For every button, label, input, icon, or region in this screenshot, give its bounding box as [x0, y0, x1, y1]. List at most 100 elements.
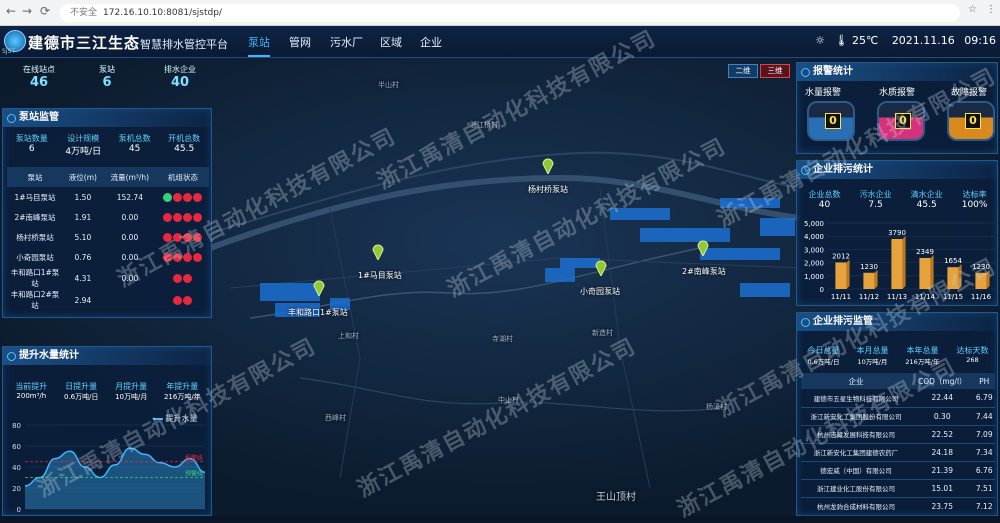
table-row[interactable]: 浙江新安化工集团建德农药厂 24.18 7.34	[801, 443, 995, 461]
gauge-value: 0	[825, 113, 841, 129]
stat-label: 本月总量	[856, 346, 889, 355]
stat-value: 45.5	[916, 200, 937, 210]
star-icon[interactable]: ☆	[968, 4, 977, 15]
table-row[interactable]: 1#马目泵站 1.50 152.74	[7, 187, 209, 207]
nav-region[interactable]: 区域	[380, 34, 402, 50]
bar-side	[846, 259, 850, 289]
address-bar[interactable]: 不安全 172.16.10.10:8081/sjstdp/	[60, 4, 960, 22]
table-row[interactable]: 小奇园泵站 0.76 0.00	[7, 247, 209, 267]
map-pin-icon[interactable]	[594, 258, 608, 276]
temperature: 25℃	[851, 34, 879, 47]
stat-value: 45	[128, 144, 141, 154]
map-2d-button[interactable]: 二维	[728, 64, 758, 78]
ent-stat: 达标率 100%	[962, 189, 988, 210]
back-icon[interactable]: ←	[6, 4, 16, 18]
table-row[interactable]: 丰和路口1#泵站 4.31 0.00	[7, 267, 209, 289]
status-dot-icon	[183, 212, 192, 222]
col-header: PH	[979, 376, 990, 386]
ent-stat: 清水企业 45.5	[911, 189, 943, 210]
map-pin-icon[interactable]	[371, 242, 385, 260]
url-text: 172.16.10.10:8081/sjstdp/	[103, 8, 222, 18]
reload-icon[interactable]: ⟳	[40, 4, 50, 18]
table-row[interactable]: 杭州志藏发展科技有限公司 22.52 7.09	[801, 425, 995, 443]
table-cell: 0.00	[121, 252, 139, 262]
nav-enterprise[interactable]: 企业	[420, 34, 442, 50]
nav-sewage[interactable]: 污水厂	[330, 34, 363, 50]
stat-value: 46	[29, 75, 49, 90]
pump-table-body: 1#马目泵站 1.50 152.74 2#南峰泵站 1.91 0.00 杨村桥泵站 5.10 0…	[7, 187, 209, 311]
station-label-yangcun[interactable]: 杨村桥泵站	[528, 184, 568, 195]
pump-stat: 设计规模 4万吨/日	[65, 133, 101, 157]
map-pin-icon[interactable]	[312, 278, 326, 296]
stat-value: 6	[102, 75, 112, 90]
stat-value: 6	[28, 144, 35, 154]
forward-icon[interactable]: →	[22, 4, 32, 18]
y-tick-label: 4,000	[804, 233, 824, 241]
nav-pipe[interactable]: 管网	[289, 34, 311, 50]
alarm-gauge-quality: 0	[877, 101, 925, 141]
pump-stat: 泵站数量 6	[16, 133, 48, 157]
pump-status-cell	[157, 207, 209, 227]
date: 2021.11.16	[891, 34, 955, 47]
enterprise-table-body: 建德市五星生物科技有限公司 22.44 6.79 浙江新安化工集团股份有限公司 0.30…	[801, 389, 995, 515]
logo-text: SJST	[2, 48, 16, 55]
gauge-value: 0	[965, 113, 981, 129]
station-label-mamu[interactable]: 1#马目泵站	[358, 270, 402, 281]
stat-label: 泵机总数	[118, 134, 151, 143]
station-label-fenghe[interactable]: 丰和路口1#泵站	[288, 307, 348, 318]
table-row[interactable]: 浙江新安化工集团股份有限公司 0.30 7.44	[801, 407, 995, 425]
map-pin-icon[interactable]	[696, 238, 710, 256]
table-row[interactable]: 2#南峰泵站 1.91 0.00	[7, 207, 209, 227]
table-cell: 7.44	[975, 411, 993, 421]
station-label-xiaoqi[interactable]: 小奇园泵站	[580, 286, 620, 297]
station-label-nanfeng[interactable]: 2#南峰泵站	[682, 266, 726, 277]
stat-label: 泵站	[99, 65, 115, 74]
map-3d-button[interactable]: 三维	[760, 64, 790, 78]
stat-label: 本年总量	[906, 346, 939, 355]
sup-stats: 今日总量 0.6万吨/日 本月总量 10万吨/月 本年总量 216万吨/年 达标天数 2…	[799, 345, 997, 366]
table-cell: 0.00	[121, 232, 139, 242]
pump-status-cell	[157, 267, 209, 289]
place-label: 杨溪村	[706, 403, 727, 411]
stat-label: 月提升量	[115, 382, 148, 391]
nav-pump[interactable]: 泵站	[248, 34, 270, 57]
table-row[interactable]: 浙江建业化工股份有限公司 15.01 7.51	[801, 479, 995, 497]
pump-panel: 泵站监管 泵站数量 6 设计规模 4万吨/日 泵机总数 45 开机总数 45.5 泵站 …	[2, 108, 212, 318]
stat-value: 200m³/h	[16, 392, 47, 400]
menu-icon[interactable]: ⋮	[986, 4, 996, 15]
table-row[interactable]: 建德市五星生物科技有限公司 22.44 6.79	[801, 389, 995, 407]
table-row[interactable]: 丰和路口2#泵站 2.94	[7, 289, 209, 311]
bar-data-label: 1230	[860, 263, 878, 271]
map-pin-icon[interactable]	[541, 156, 555, 174]
header-right: ☼ 🌡 25℃ 2021.11.16 09:16	[815, 34, 996, 47]
table-row[interactable]: 德宏威（中国）有限公司 21.39 6.76	[801, 461, 995, 479]
table-header: 泵站 液位(m) 流量(m³/h) 机组状态	[7, 167, 209, 187]
bar-data-label: 2349	[916, 248, 934, 256]
ent-stat: 污水企业 7.5	[860, 189, 892, 210]
table-row[interactable]: 杨村桥泵站 5.10 0.00	[7, 227, 209, 247]
col-header: 机组状态	[168, 172, 198, 182]
status-dot-icon	[173, 212, 182, 222]
enterprise-sup-title: 企业排污监管	[797, 313, 997, 331]
stat-label: 企业总数	[808, 190, 841, 199]
enterprise-bar-chart: 0 1,000 2,000 3,000 4,000 5,000 2012 11/11 1230 1…	[804, 220, 995, 301]
y-tick-label: 3,000	[804, 246, 824, 254]
alarm-label-volume: 水量报警	[805, 88, 842, 98]
x-tick-label: 11/11	[831, 293, 851, 301]
table-cell: 0.00	[121, 212, 139, 222]
stat-value: 40	[170, 75, 190, 90]
table-row[interactable]: 杭州龙驹合成材料有限公司 23.75 7.12	[801, 497, 995, 515]
stat-value: 10万吨/月	[857, 358, 888, 366]
enterprise-stats: 企业总数 40 污水企业 7.5 清水企业 45.5 达标率 100%	[799, 189, 997, 210]
table-cell: 7.09	[975, 429, 993, 439]
table-cell: 1#马目泵站	[14, 192, 56, 202]
pump-status-cell	[157, 289, 209, 311]
pump-table: 泵站 液位(m) 流量(m³/h) 机组状态 1#马目泵站 1.50 152.74 2…	[7, 167, 209, 311]
table-cell: 152.74	[116, 192, 143, 202]
table-cell: 7.34	[975, 447, 993, 457]
stat-label: 清水企业	[910, 190, 943, 199]
water-stat: 年提升量 216万吨/年	[164, 381, 201, 402]
warn-label-low: 预警线	[185, 470, 203, 478]
stat-label: 当前提升	[15, 382, 48, 391]
alarm-gauge-volume: 0	[807, 101, 855, 141]
